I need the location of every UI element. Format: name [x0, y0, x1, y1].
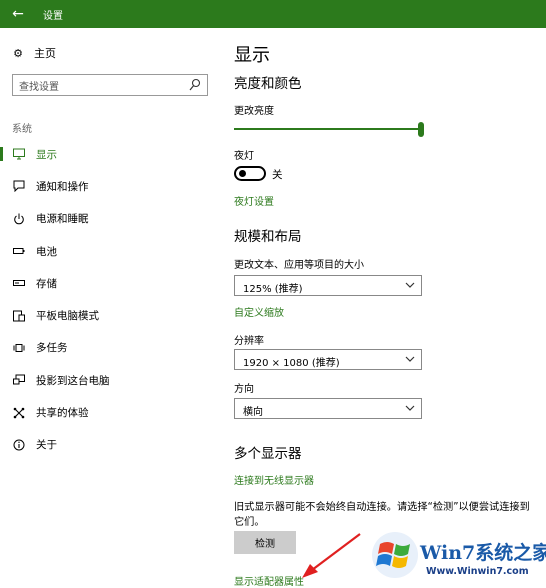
toggle-knob [239, 170, 246, 177]
night-light-label: 夜灯 [234, 151, 254, 162]
sidebar-item-storage[interactable]: 存储 [0, 267, 220, 299]
sidebar-item-label: 通知和操作 [36, 180, 89, 193]
wireless-display-link[interactable]: 连接到无线显示器 [234, 472, 314, 487]
project-icon [12, 373, 26, 387]
custom-scale-link[interactable]: 自定义缩放 [234, 304, 284, 319]
sidebar-item-power[interactable]: 电源和睡眠 [0, 203, 220, 235]
section-label-system: 系统 [12, 124, 32, 135]
sidebar-item-label: 电池 [36, 245, 57, 258]
notification-icon [12, 179, 26, 193]
title-bar: ← 设置 [0, 0, 546, 28]
watermark-url: Www.Winwin7.com [426, 566, 529, 577]
back-arrow-icon[interactable]: ← [8, 4, 28, 24]
orientation-label: 方向 [234, 384, 254, 395]
search-box[interactable] [12, 74, 208, 98]
chevron-down-icon [405, 282, 415, 288]
scale-select[interactable]: 125% (推荐) [234, 275, 422, 296]
multi-display-section-heading: 多个显示器 [234, 446, 302, 462]
home-label: 主页 [34, 47, 56, 60]
resolution-select[interactable]: 1920 × 1080 (推荐) [234, 349, 422, 370]
display-icon [12, 147, 26, 161]
chevron-down-icon [405, 405, 415, 411]
sidebar-item-label: 多任务 [36, 342, 68, 355]
orientation-select[interactable]: 横向 [234, 398, 422, 419]
resolution-value: 1920 × 1080 (推荐) [243, 358, 340, 369]
sidebar-nav: 显示 通知和操作 电源和睡眠 电池 存储 平板电脑模式 多任务 投影到这台电脑 … [0, 138, 220, 461]
windows-logo-icon [372, 532, 418, 578]
gear-icon: ⚙ [13, 46, 23, 60]
brightness-section-heading: 亮度和颜色 [234, 76, 302, 92]
power-icon [12, 212, 26, 226]
sidebar-item-project[interactable]: 投影到这台电脑 [0, 364, 220, 396]
shared-experiences-icon [12, 406, 26, 420]
scale-value: 125% (推荐) [243, 284, 303, 295]
slider-thumb[interactable] [418, 122, 424, 137]
sidebar-item-label: 平板电脑模式 [36, 310, 99, 323]
multitasking-icon [12, 341, 26, 355]
search-input[interactable] [13, 77, 183, 98]
night-light-settings-link[interactable]: 夜灯设置 [234, 193, 274, 208]
night-light-state: 关 [272, 169, 283, 181]
sidebar-item-label: 存储 [36, 277, 57, 290]
scale-label: 更改文本、应用等项目的大小 [234, 260, 364, 271]
detect-button[interactable]: 检测 [234, 531, 296, 554]
sidebar-item-label: 关于 [36, 439, 57, 452]
orientation-value: 横向 [243, 407, 263, 418]
sidebar-item-label: 投影到这台电脑 [36, 374, 110, 387]
sidebar-item-label: 显示 [36, 148, 57, 161]
tablet-mode-icon [12, 309, 26, 323]
annotation-arrow-icon [302, 533, 361, 578]
detect-description: 旧式显示器可能不会始终自动连接。请选择“检测”以便尝试连接到它们。 [234, 502, 530, 528]
brightness-slider[interactable] [234, 122, 424, 137]
sidebar-item-display[interactable]: 显示 [0, 138, 220, 170]
active-indicator [0, 147, 3, 161]
sidebar-item-label: 电源和睡眠 [36, 213, 89, 226]
slider-track [234, 128, 420, 130]
resolution-label: 分辨率 [234, 336, 264, 347]
chevron-down-icon [405, 356, 415, 362]
sidebar-item-battery[interactable]: 电池 [0, 235, 220, 267]
night-light-toggle[interactable] [234, 166, 266, 181]
sidebar: ⚙ 主页 系统 显示 通知和操作 电源和睡眠 [0, 28, 220, 588]
page-title: 显示 [234, 45, 270, 66]
battery-icon [12, 244, 26, 258]
sidebar-item-about[interactable]: 关于 [0, 429, 220, 461]
search-icon[interactable] [189, 78, 201, 92]
sidebar-item-tablet-mode[interactable]: 平板电脑模式 [0, 299, 220, 331]
window-title: 设置 [43, 11, 63, 22]
sidebar-item-shared-experiences[interactable]: 共享的体验 [0, 396, 220, 428]
storage-icon [12, 276, 26, 290]
home-nav-item[interactable]: ⚙ 主页 [12, 45, 56, 61]
main-content: 显示 亮度和颜色 更改亮度 夜灯 关 夜灯设置 规模和布局 更改文本、应用等项目… [234, 28, 534, 588]
sidebar-item-notifications[interactable]: 通知和操作 [0, 170, 220, 202]
watermark: Win7系统之家 Www.Winwin7.com [370, 528, 546, 584]
adapter-properties-link[interactable]: 显示适配器属性 [234, 573, 304, 588]
watermark-brand: Win7系统之家 [420, 542, 546, 564]
sidebar-item-label: 共享的体验 [36, 407, 89, 420]
brightness-label: 更改亮度 [234, 106, 274, 117]
about-icon [12, 438, 26, 452]
sidebar-item-multitasking[interactable]: 多任务 [0, 332, 220, 364]
scale-section-heading: 规模和布局 [234, 229, 302, 245]
